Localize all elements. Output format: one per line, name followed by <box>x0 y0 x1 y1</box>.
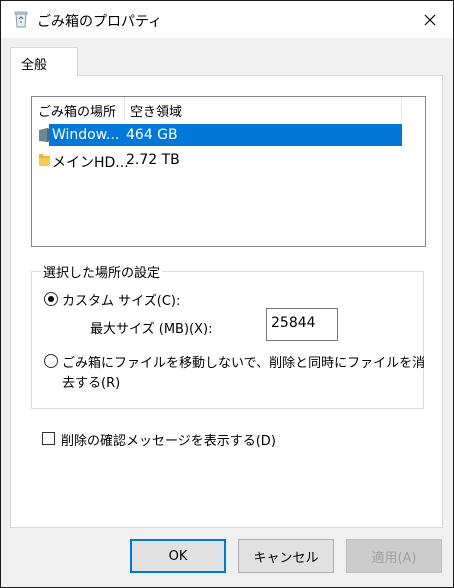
max-size-input[interactable]: 25844 <box>266 308 338 341</box>
ok-button[interactable]: OK <box>130 539 226 573</box>
drive-icon <box>39 128 50 142</box>
column-header-free-space[interactable]: 空き領域 <box>130 101 182 120</box>
delete-immediately-radio[interactable] <box>44 354 58 368</box>
list-item[interactable]: メインHD... 2.72 TB <box>32 149 425 171</box>
apply-button[interactable]: 適用(A) <box>346 539 442 573</box>
properties-dialog: ごみ箱のプロパティ 全般 ごみ箱の場所 空き領域 Window... 464 G… <box>0 0 454 588</box>
location-name: Window... <box>52 127 120 143</box>
column-divider[interactable] <box>124 97 125 121</box>
max-size-label: 最大サイズ (MB)(X): <box>90 322 213 337</box>
list-header: ごみ箱の場所 空き領域 <box>32 97 425 121</box>
recycle-bin-icon <box>14 11 28 28</box>
free-space-value: 464 GB <box>126 127 178 143</box>
folder-icon <box>39 154 50 166</box>
column-header-location[interactable]: ごみ箱の場所 <box>38 101 116 120</box>
close-button[interactable] <box>407 1 453 38</box>
tab-general[interactable]: 全般 <box>10 47 78 77</box>
confirm-delete-checkbox[interactable] <box>42 432 55 445</box>
list-item[interactable]: Window... 464 GB <box>32 124 425 146</box>
selected-location-settings-group: 選択した場所の設定 カスタム サイズ(C): 最大サイズ (MB)(X): 25… <box>31 262 425 409</box>
column-divider[interactable] <box>401 97 402 121</box>
custom-size-radio[interactable] <box>44 292 58 306</box>
close-icon <box>424 14 436 25</box>
location-name: メインHD... <box>52 155 129 171</box>
tab-general-label: 全般 <box>21 58 48 73</box>
cancel-button[interactable]: キャンセル <box>238 539 334 573</box>
custom-size-label[interactable]: カスタム サイズ(C): <box>62 290 180 309</box>
delete-immediately-label-continued[interactable]: 去する(R) <box>62 372 120 391</box>
tab-panel-general: ごみ箱の場所 空き領域 Window... 464 GB メインHD... 2.… <box>10 75 443 528</box>
dialog-title: ごみ箱のプロパティ <box>37 14 163 30</box>
free-space-value: 2.72 TB <box>126 152 180 168</box>
location-list[interactable]: ごみ箱の場所 空き領域 Window... 464 GB メインHD... 2.… <box>31 96 426 247</box>
group-legend: 選択した場所の設定 <box>41 262 163 281</box>
title-bar: ごみ箱のプロパティ <box>1 1 453 38</box>
confirm-delete-label[interactable]: 削除の確認メッセージを表示する(D) <box>61 430 276 449</box>
delete-immediately-label[interactable]: ごみ箱にファイルを移動しないで、削除と同時にファイルを消 <box>62 352 425 371</box>
